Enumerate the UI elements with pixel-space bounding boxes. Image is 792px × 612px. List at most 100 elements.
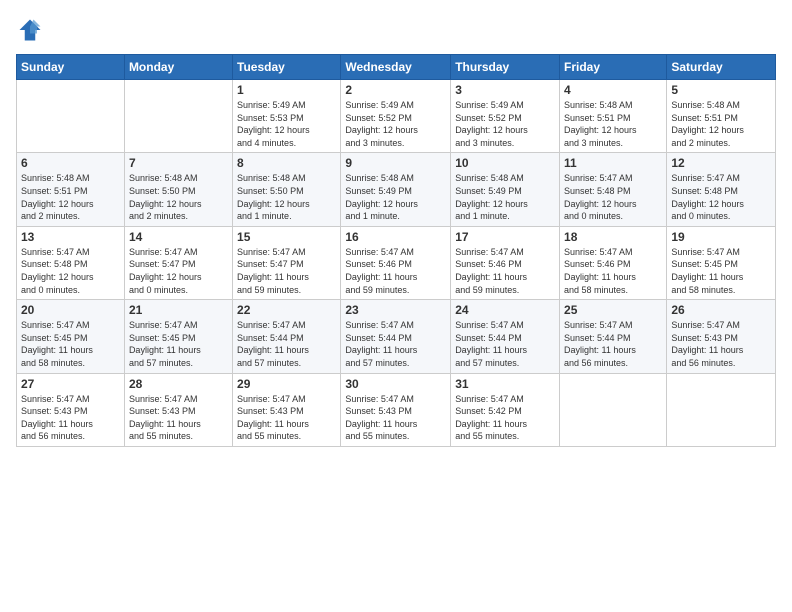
calendar-cell: 4 Sunrise: 5:48 AM Sunset: 5:51 PM Daylig… (560, 80, 667, 153)
day-info: Sunrise: 5:47 AM Sunset: 5:43 PM Dayligh… (345, 393, 446, 443)
weekday-header-monday: Monday (124, 55, 232, 80)
day-info: Sunrise: 5:47 AM Sunset: 5:46 PM Dayligh… (564, 246, 662, 296)
day-number: 14 (129, 230, 228, 244)
calendar-cell: 12 Sunrise: 5:47 AM Sunset: 5:48 PM Dayli… (667, 153, 776, 226)
day-number: 6 (21, 156, 120, 170)
weekday-header-saturday: Saturday (667, 55, 776, 80)
calendar-cell: 17Sunrise: 5:47 AM Sunset: 5:46 PM Dayli… (451, 226, 560, 299)
day-number: 2 (345, 83, 446, 97)
day-number: 12 (671, 156, 771, 170)
calendar-cell (17, 80, 125, 153)
day-info: Sunrise: 5:48 AM Sunset: 5:50 PM Dayligh… (237, 172, 336, 222)
day-info: Sunrise: 5:47 AM Sunset: 5:48 PM Dayligh… (564, 172, 662, 222)
calendar-cell: 8Sunrise: 5:48 AM Sunset: 5:50 PM Daylig… (233, 153, 341, 226)
day-info: Sunrise: 5:47 AM Sunset: 5:48 PM Dayligh… (21, 246, 120, 296)
calendar-cell: 22 Sunrise: 5:47 AM Sunset: 5:44 PM Dayli… (233, 300, 341, 373)
calendar-cell (560, 373, 667, 446)
weekday-header-thursday: Thursday (451, 55, 560, 80)
day-info: Sunrise: 5:47 AM Sunset: 5:44 PM Dayligh… (455, 319, 555, 369)
calendar-cell (124, 80, 232, 153)
calendar-cell: 13 Sunrise: 5:47 AM Sunset: 5:48 PM Dayli… (17, 226, 125, 299)
day-number: 7 (129, 156, 228, 170)
calendar-cell: 27 Sunrise: 5:47 AM Sunset: 5:43 PM Dayli… (17, 373, 125, 446)
calendar-table: SundayMondayTuesdayWednesdayThursdayFrid… (16, 54, 776, 447)
day-info: Sunrise: 5:47 AM Sunset: 5:43 PM Dayligh… (237, 393, 336, 443)
calendar-cell: 5Sunrise: 5:48 AM Sunset: 5:51 PM Daylig… (667, 80, 776, 153)
page: SundayMondayTuesdayWednesdayThursdayFrid… (0, 0, 792, 612)
day-info: Sunrise: 5:47 AM Sunset: 5:44 PM Dayligh… (237, 319, 336, 369)
day-number: 24 (455, 303, 555, 317)
day-info: Sunrise: 5:47 AM Sunset: 5:43 PM Dayligh… (21, 393, 120, 443)
calendar-cell: 10 Sunrise: 5:48 AM Sunset: 5:49 PM Dayli… (451, 153, 560, 226)
day-number: 3 (455, 83, 555, 97)
calendar-week-row-4: 20Sunrise: 5:47 AM Sunset: 5:45 PM Dayli… (17, 300, 776, 373)
day-number: 18 (564, 230, 662, 244)
day-number: 30 (345, 377, 446, 391)
day-info: Sunrise: 5:49 AM Sunset: 5:53 PM Dayligh… (237, 99, 336, 149)
day-info: Sunrise: 5:47 AM Sunset: 5:46 PM Dayligh… (345, 246, 446, 296)
day-info: Sunrise: 5:48 AM Sunset: 5:51 PM Dayligh… (21, 172, 120, 222)
calendar-week-row-2: 6 Sunrise: 5:48 AM Sunset: 5:51 PM Daylig… (17, 153, 776, 226)
calendar-cell: 23 Sunrise: 5:47 AM Sunset: 5:44 PM Dayli… (341, 300, 451, 373)
day-info: Sunrise: 5:48 AM Sunset: 5:50 PM Dayligh… (129, 172, 228, 222)
calendar-cell: 2 Sunrise: 5:49 AM Sunset: 5:52 PM Daylig… (341, 80, 451, 153)
day-info: Sunrise: 5:47 AM Sunset: 5:43 PM Dayligh… (129, 393, 228, 443)
calendar-week-row-1: 1 Sunrise: 5:49 AM Sunset: 5:53 PM Daylig… (17, 80, 776, 153)
day-number: 10 (455, 156, 555, 170)
calendar-cell: 30 Sunrise: 5:47 AM Sunset: 5:43 PM Dayli… (341, 373, 451, 446)
calendar-cell (667, 373, 776, 446)
calendar-cell: 9 Sunrise: 5:48 AM Sunset: 5:49 PM Daylig… (341, 153, 451, 226)
day-info: Sunrise: 5:47 AM Sunset: 5:48 PM Dayligh… (671, 172, 771, 222)
calendar-cell: 31 Sunrise: 5:47 AM Sunset: 5:42 PM Dayli… (451, 373, 560, 446)
calendar-cell: 3 Sunrise: 5:49 AM Sunset: 5:52 PM Daylig… (451, 80, 560, 153)
day-info: Sunrise: 5:47 AM Sunset: 5:42 PM Dayligh… (455, 393, 555, 443)
calendar-cell: 28 Sunrise: 5:47 AM Sunset: 5:43 PM Dayli… (124, 373, 232, 446)
weekday-header-tuesday: Tuesday (233, 55, 341, 80)
day-info: Sunrise: 5:48 AM Sunset: 5:51 PM Dayligh… (564, 99, 662, 149)
calendar-cell: 20Sunrise: 5:47 AM Sunset: 5:45 PM Dayli… (17, 300, 125, 373)
day-info: Sunrise: 5:49 AM Sunset: 5:52 PM Dayligh… (455, 99, 555, 149)
day-number: 23 (345, 303, 446, 317)
calendar-cell: 7 Sunrise: 5:48 AM Sunset: 5:50 PM Daylig… (124, 153, 232, 226)
day-number: 25 (564, 303, 662, 317)
day-number: 13 (21, 230, 120, 244)
calendar-cell: 21Sunrise: 5:47 AM Sunset: 5:45 PM Dayli… (124, 300, 232, 373)
day-number: 20 (21, 303, 120, 317)
day-info: Sunrise: 5:49 AM Sunset: 5:52 PM Dayligh… (345, 99, 446, 149)
weekday-header-wednesday: Wednesday (341, 55, 451, 80)
calendar-cell: 29 Sunrise: 5:47 AM Sunset: 5:43 PM Dayli… (233, 373, 341, 446)
calendar-cell: 25 Sunrise: 5:47 AM Sunset: 5:44 PM Dayli… (560, 300, 667, 373)
day-info: Sunrise: 5:48 AM Sunset: 5:49 PM Dayligh… (455, 172, 555, 222)
calendar-cell: 1 Sunrise: 5:49 AM Sunset: 5:53 PM Daylig… (233, 80, 341, 153)
day-number: 9 (345, 156, 446, 170)
day-number: 27 (21, 377, 120, 391)
calendar-cell: 24 Sunrise: 5:47 AM Sunset: 5:44 PM Dayli… (451, 300, 560, 373)
logo-icon (16, 16, 44, 44)
day-info: Sunrise: 5:47 AM Sunset: 5:45 PM Dayligh… (671, 246, 771, 296)
calendar-cell: 16Sunrise: 5:47 AM Sunset: 5:46 PM Dayli… (341, 226, 451, 299)
day-number: 19 (671, 230, 771, 244)
day-number: 26 (671, 303, 771, 317)
weekday-header-sunday: Sunday (17, 55, 125, 80)
calendar-cell: 18 Sunrise: 5:47 AM Sunset: 5:46 PM Dayli… (560, 226, 667, 299)
day-number: 1 (237, 83, 336, 97)
day-number: 31 (455, 377, 555, 391)
day-number: 29 (237, 377, 336, 391)
day-info: Sunrise: 5:47 AM Sunset: 5:44 PM Dayligh… (564, 319, 662, 369)
day-info: Sunrise: 5:47 AM Sunset: 5:46 PM Dayligh… (455, 246, 555, 296)
day-info: Sunrise: 5:48 AM Sunset: 5:49 PM Dayligh… (345, 172, 446, 222)
day-number: 28 (129, 377, 228, 391)
day-number: 22 (237, 303, 336, 317)
day-info: Sunrise: 5:47 AM Sunset: 5:47 PM Dayligh… (129, 246, 228, 296)
calendar-cell: 6 Sunrise: 5:48 AM Sunset: 5:51 PM Daylig… (17, 153, 125, 226)
day-info: Sunrise: 5:47 AM Sunset: 5:47 PM Dayligh… (237, 246, 336, 296)
day-number: 11 (564, 156, 662, 170)
day-number: 4 (564, 83, 662, 97)
calendar-cell: 11 Sunrise: 5:47 AM Sunset: 5:48 PM Dayli… (560, 153, 667, 226)
day-info: Sunrise: 5:47 AM Sunset: 5:44 PM Dayligh… (345, 319, 446, 369)
day-info: Sunrise: 5:48 AM Sunset: 5:51 PM Dayligh… (671, 99, 771, 149)
day-number: 21 (129, 303, 228, 317)
calendar-cell: 15 Sunrise: 5:47 AM Sunset: 5:47 PM Dayli… (233, 226, 341, 299)
day-number: 15 (237, 230, 336, 244)
header (16, 16, 776, 44)
